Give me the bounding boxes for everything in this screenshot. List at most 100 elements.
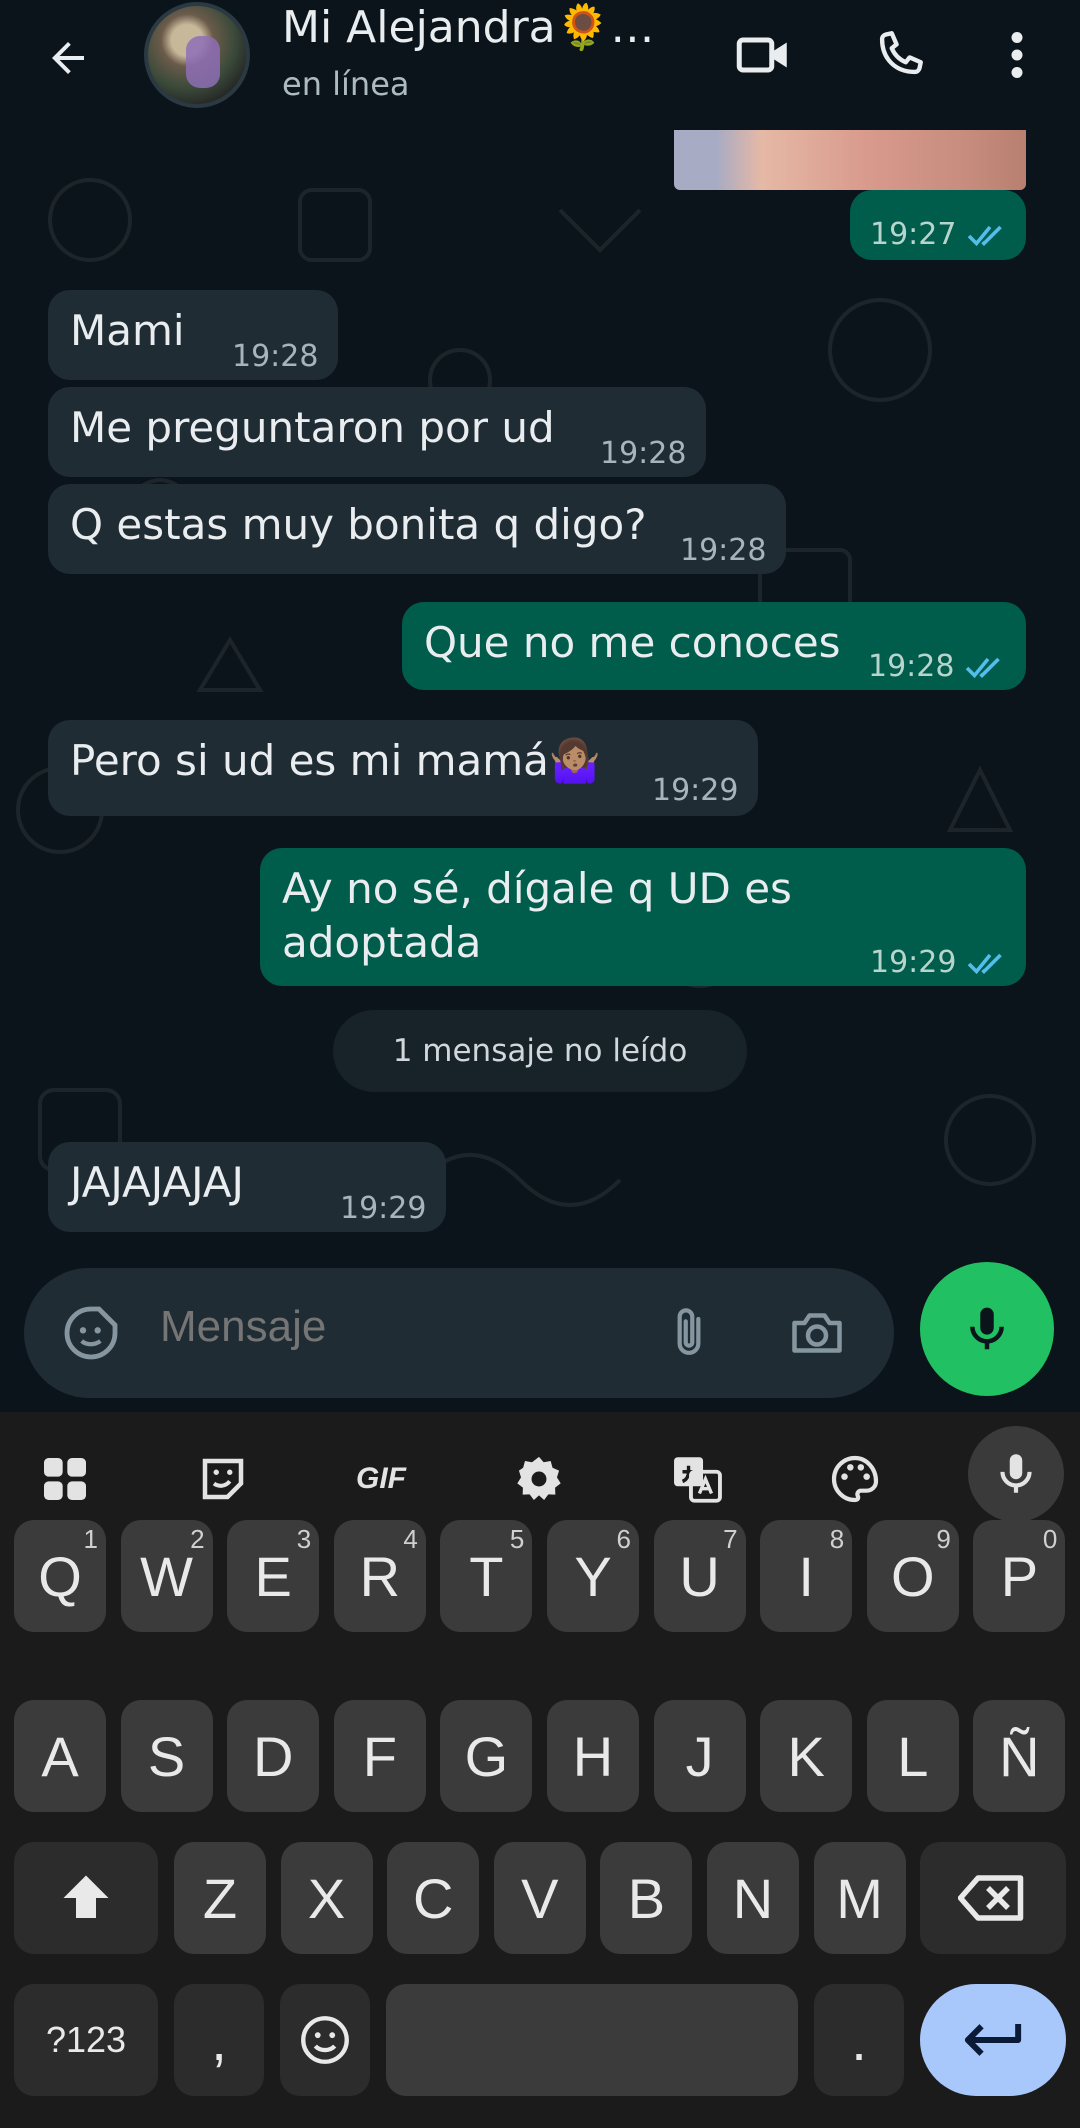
key-r[interactable]: R4 <box>333 1520 426 1632</box>
video-call-icon[interactable] <box>728 20 798 90</box>
message-bubble-incoming[interactable]: Mami 19:28 <box>48 290 338 380</box>
message-bubble-outgoing[interactable]: Que no me conoces 19:28 <box>402 602 1026 690</box>
unread-messages-divider: 1 mensaje no leído <box>333 1010 747 1092</box>
symbols-key[interactable]: ?123 <box>14 1984 158 2096</box>
read-ticks-icon <box>966 938 1014 992</box>
message-text: Me preguntaron por ud <box>70 403 555 452</box>
key-label: I <box>798 1544 814 1608</box>
message-time: 19:29 <box>652 773 739 808</box>
message-time: 19:28 <box>600 436 687 471</box>
key-y[interactable]: Y6 <box>547 1520 639 1632</box>
message-bubble-incoming[interactable]: Me preguntaron por ud 19:28 <box>48 387 706 477</box>
contact-info[interactable]: Mi Alejandra🌻… en línea <box>282 0 654 106</box>
voice-call-icon[interactable] <box>864 20 934 90</box>
contact-avatar[interactable] <box>144 2 250 108</box>
key-hint: 4 <box>403 1524 418 1554</box>
key-v[interactable]: V <box>493 1842 586 1954</box>
key-x[interactable]: X <box>280 1842 373 1954</box>
more-options-icon[interactable] <box>982 20 1052 90</box>
key-label: Q <box>38 1544 82 1608</box>
key-hint: 5 <box>509 1524 525 1554</box>
key-f[interactable]: F <box>333 1700 426 1812</box>
key-m[interactable]: M <box>813 1842 906 1954</box>
key-hint: 8 <box>829 1524 845 1554</box>
theme-palette-icon[interactable] <box>810 1434 900 1524</box>
key-label: U <box>679 1544 720 1608</box>
message-text: Q estas muy bonita q digo? <box>70 500 647 549</box>
key-j[interactable]: J <box>653 1700 746 1812</box>
gif-button[interactable]: GIF <box>336 1434 426 1524</box>
message-input[interactable] <box>160 1302 660 1352</box>
key-t[interactable]: T5 <box>440 1520 533 1632</box>
message-text: Ay no sé, dígale q UD es adoptada <box>282 864 792 967</box>
key-label: P <box>1000 1544 1039 1608</box>
key-label: R <box>359 1544 401 1608</box>
key-hint: 7 <box>723 1524 738 1554</box>
key-k[interactable]: K <box>760 1700 853 1812</box>
key-s[interactable]: S <box>120 1700 213 1812</box>
key-d[interactable]: D <box>227 1700 320 1812</box>
camera-icon[interactable] <box>782 1298 852 1368</box>
message-time: 19:28 <box>680 533 767 568</box>
message-bubble-incoming[interactable]: Q estas muy bonita q digo? 19:28 <box>48 484 786 574</box>
chat-header: Mi Alejandra🌻… en línea <box>0 0 1080 130</box>
key-ñ[interactable]: Ñ <box>973 1700 1066 1812</box>
read-ticks-icon <box>966 210 1014 264</box>
message-text: JAJAJAJAJ <box>70 1158 244 1207</box>
read-ticks-icon <box>964 642 1012 696</box>
message-time: 19:29 <box>340 1191 427 1226</box>
key-hint: 3 <box>296 1524 312 1554</box>
back-arrow-icon[interactable] <box>36 26 100 90</box>
key-n[interactable]: N <box>707 1842 799 1954</box>
message-text: Que no me conoces <box>424 618 841 667</box>
period-key[interactable]: . <box>814 1984 904 2096</box>
space-bar[interactable] <box>386 1984 798 2096</box>
attach-icon[interactable] <box>654 1298 724 1368</box>
settings-gear-icon[interactable] <box>494 1434 584 1524</box>
translate-icon[interactable] <box>652 1434 742 1524</box>
key-l[interactable]: L <box>866 1700 959 1812</box>
key-i[interactable]: I8 <box>760 1520 853 1632</box>
apps-grid-icon[interactable] <box>20 1434 110 1524</box>
key-u[interactable]: U7 <box>653 1520 746 1632</box>
voice-message-button[interactable] <box>920 1262 1054 1396</box>
key-hint: 2 <box>190 1524 205 1554</box>
key-o[interactable]: O9 <box>866 1520 959 1632</box>
key-label: O <box>891 1544 935 1608</box>
on-screen-keyboard: GIF Q1W2E3R4T5Y6U7I8O9P0 ASDFGHJKLÑ ZXCV… <box>0 1412 1080 2128</box>
key-hint: 6 <box>616 1524 631 1554</box>
key-q[interactable]: Q1 <box>14 1520 106 1632</box>
shift-key[interactable] <box>14 1842 158 1954</box>
key-g[interactable]: G <box>440 1700 533 1812</box>
key-label: W <box>140 1544 194 1608</box>
contact-status: en línea <box>282 65 410 103</box>
message-list[interactable]: 19:27 Mami 19:28 Me preguntaron por ud 1… <box>0 130 1080 1410</box>
image-message-thumbnail[interactable] <box>674 130 1026 190</box>
message-composer <box>24 1268 894 1398</box>
keyboard-voice-input-icon[interactable] <box>968 1426 1064 1522</box>
emoji-key[interactable] <box>280 1984 370 2096</box>
message-text: Mami <box>70 306 185 355</box>
emoji-sticker-icon[interactable] <box>56 1298 126 1368</box>
message-bubble-outgoing[interactable]: Ay no sé, dígale q UD es adoptada 19:29 <box>260 848 1026 986</box>
message-bubble-incoming[interactable]: Pero si ud es mi mamá🤷🏽‍♀️ 19:29 <box>48 720 758 816</box>
key-e[interactable]: E3 <box>227 1520 320 1632</box>
key-h[interactable]: H <box>547 1700 639 1812</box>
message-bubble-incoming[interactable]: JAJAJAJAJ 19:29 <box>48 1142 446 1232</box>
comma-key[interactable]: , <box>174 1984 264 2096</box>
key-hint: 0 <box>1042 1524 1058 1554</box>
contact-name[interactable]: Mi Alejandra🌻… <box>282 0 654 56</box>
key-c[interactable]: C <box>387 1842 480 1954</box>
key-p[interactable]: P0 <box>973 1520 1066 1632</box>
key-z[interactable]: Z <box>174 1842 266 1954</box>
key-hint: 9 <box>936 1524 951 1554</box>
enter-key[interactable] <box>920 1984 1066 2096</box>
backspace-key[interactable] <box>920 1842 1066 1954</box>
message-time: 19:28 <box>868 649 955 684</box>
message-time: 19:28 <box>232 339 319 374</box>
key-b[interactable]: B <box>600 1842 693 1954</box>
sticker-icon[interactable] <box>178 1434 268 1524</box>
key-label: Y <box>574 1544 612 1608</box>
key-a[interactable]: A <box>14 1700 106 1812</box>
key-w[interactable]: W2 <box>120 1520 213 1632</box>
